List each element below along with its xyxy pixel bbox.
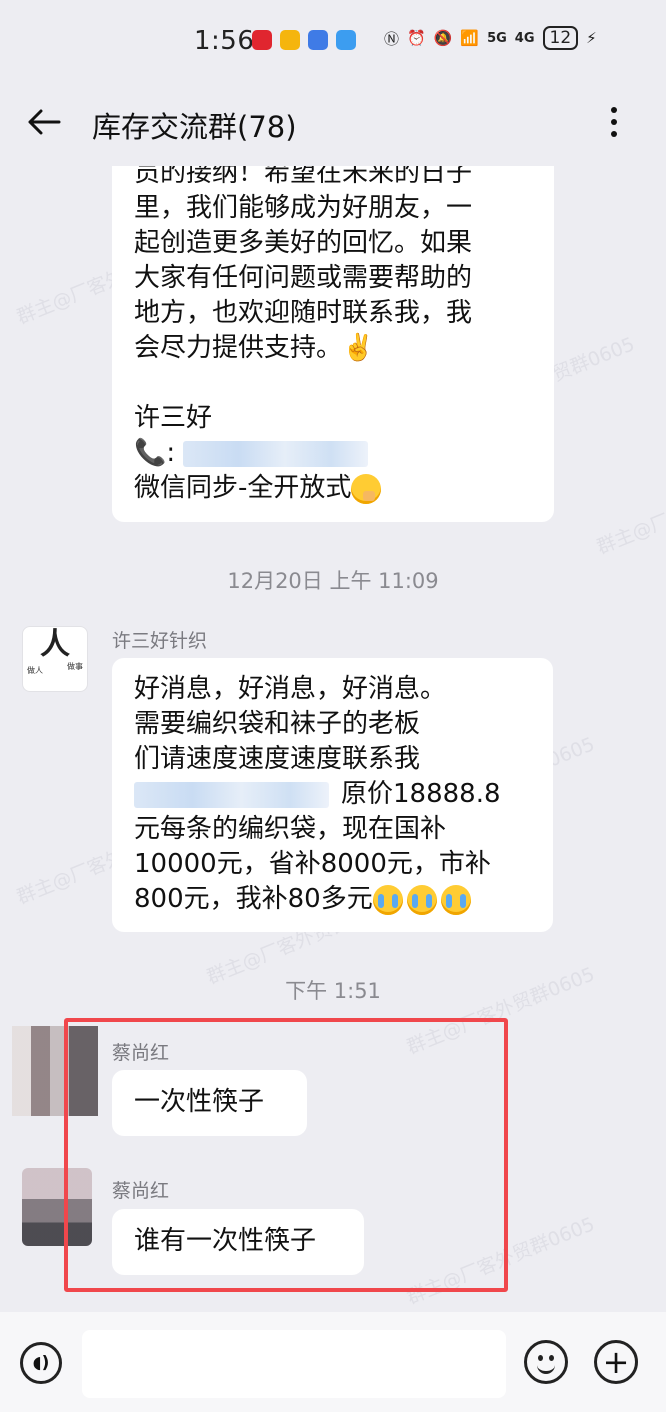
highlight-box xyxy=(64,1018,508,1292)
mute-icon: 🔕 xyxy=(433,29,453,47)
plus-button[interactable]: + xyxy=(594,1340,638,1384)
more-dot xyxy=(611,131,617,137)
message-line: 10000元，省补8000元，市补 xyxy=(134,849,491,879)
back-button[interactable] xyxy=(24,102,64,142)
message-text: 800元，我补80多元 xyxy=(134,884,373,914)
message-input[interactable] xyxy=(82,1330,506,1398)
message-line: 元每条的编织袋，现在国补 xyxy=(134,814,447,844)
emoji-mouth xyxy=(537,1362,555,1374)
message-line: 需要编织袋和袜子的老板 xyxy=(134,709,421,739)
system-icons: Ⓝ ⏰ 🔕 📶 5G 4G 12 ⚡ xyxy=(384,26,597,50)
notification-icons xyxy=(252,30,356,50)
chat-messages[interactable]: 群主@厂客外贸群0605 群主@厂客外贸群0605 群主@厂客外贸群0605 群… xyxy=(0,166,666,1312)
redacted-phone xyxy=(183,440,369,467)
crying-face-emoji-icon xyxy=(406,884,437,915)
message-line: 微信同步-全开放式 xyxy=(134,471,532,506)
avatar-glyph: 人 xyxy=(40,627,70,662)
message-line: 会尽力提供支持。✌️ xyxy=(134,333,375,363)
message-line: 员的接纳！希望在未来的日子 xyxy=(134,166,473,188)
message-text: 微信同步-全开放式 xyxy=(134,473,352,503)
input-bar: ◖) + xyxy=(0,1312,666,1412)
status-bar: 1:56 Ⓝ ⏰ 🔕 📶 5G 4G 12 ⚡ xyxy=(0,0,666,80)
signal-5g-icon: 5G xyxy=(487,30,507,46)
message-bubble[interactable]: 员的接纳！希望在未来的日子 里，我们能够成为好朋友，一 起创造更多美好的回忆。如… xyxy=(112,166,554,522)
mail-notification-icon xyxy=(280,30,300,50)
signal-4g-icon: 4G xyxy=(514,30,535,46)
emoji-icon xyxy=(538,1355,543,1361)
watermark: 群主@厂客外贸群0605 xyxy=(593,463,666,559)
message-line: 800元，我补80多元 xyxy=(134,882,531,917)
message-bubble[interactable]: 好消息，好消息，好消息。 需要编织袋和袜子的老板 们请速度速度速度联系我 原价1… xyxy=(112,658,553,932)
more-dot xyxy=(611,119,617,125)
nfc-icon: Ⓝ xyxy=(384,29,400,48)
message-text: 原价18888.8 xyxy=(341,779,501,809)
message-line: 们请速度速度速度联系我 xyxy=(134,744,421,774)
message-line: 里，我们能够成为好朋友，一 xyxy=(134,193,473,223)
emoji-eye xyxy=(549,1355,554,1361)
timestamp: 12月20日 上午 11:09 xyxy=(227,569,439,593)
crying-face-emoji-icon xyxy=(372,884,403,915)
wifi-icon: 📶 xyxy=(460,29,480,47)
avatar-left-text: 做人 xyxy=(27,666,43,675)
timestamp: 下午 1:51 xyxy=(285,979,381,1003)
arrow-left-icon xyxy=(28,109,61,135)
message-line xyxy=(134,366,532,401)
phone-line: 📞: xyxy=(134,436,532,471)
battery-icon: 12 xyxy=(542,26,579,50)
sender-name: 许三好针织 xyxy=(112,630,208,652)
message-line: 好消息，好消息，好消息。 xyxy=(134,674,447,704)
message-line: 原价18888.8 xyxy=(134,777,531,812)
avatar[interactable]: 人 做人 做事 xyxy=(22,626,88,692)
app-notification-icon xyxy=(308,30,328,50)
voice-button[interactable]: ◖) xyxy=(20,1342,62,1384)
redacted-contact xyxy=(134,781,329,808)
voice-icon: ◖) xyxy=(32,1353,50,1373)
message-line: 地方，也欢迎随时联系我，我 xyxy=(134,298,473,328)
page-title: 库存交流群(78) xyxy=(92,110,297,144)
emoji-button[interactable] xyxy=(524,1340,568,1384)
alarm-icon: ⏰ xyxy=(407,29,426,47)
message-line: 起创造更多美好的回忆。如果 xyxy=(134,228,473,258)
message-line: 许三好 xyxy=(134,403,213,433)
more-vertical-icon xyxy=(611,107,617,113)
crying-face-emoji-icon xyxy=(440,884,471,915)
charging-icon: ⚡ xyxy=(586,29,597,47)
app-notification-icon xyxy=(252,30,272,50)
chat-header: 库存交流群(78) xyxy=(0,80,666,166)
shushing-face-emoji-icon xyxy=(351,473,382,504)
status-time: 1:56 xyxy=(194,26,255,56)
more-button[interactable] xyxy=(596,100,632,144)
phone-label: 📞: xyxy=(134,438,176,468)
avatar-right-text: 做事 xyxy=(67,662,83,671)
message-line: 大家有任何问题或需要帮助的 xyxy=(134,263,473,293)
plus-icon: + xyxy=(602,1343,630,1381)
cloud-notification-icon xyxy=(336,30,356,50)
